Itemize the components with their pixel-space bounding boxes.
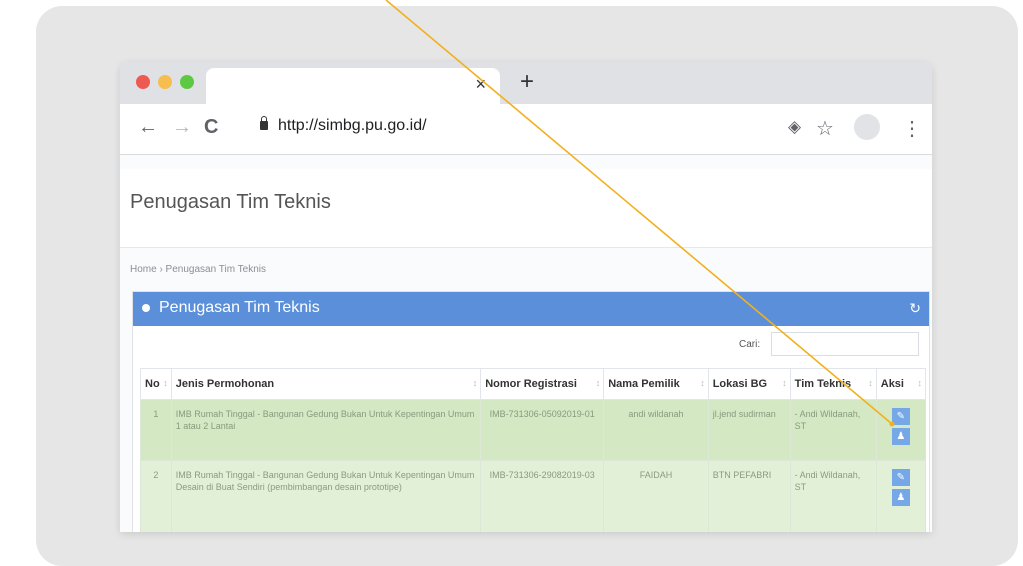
- pointer-line: [385, 0, 893, 425]
- annotation-pointer-line: [385, 0, 895, 427]
- pointer-dot: [889, 421, 895, 427]
